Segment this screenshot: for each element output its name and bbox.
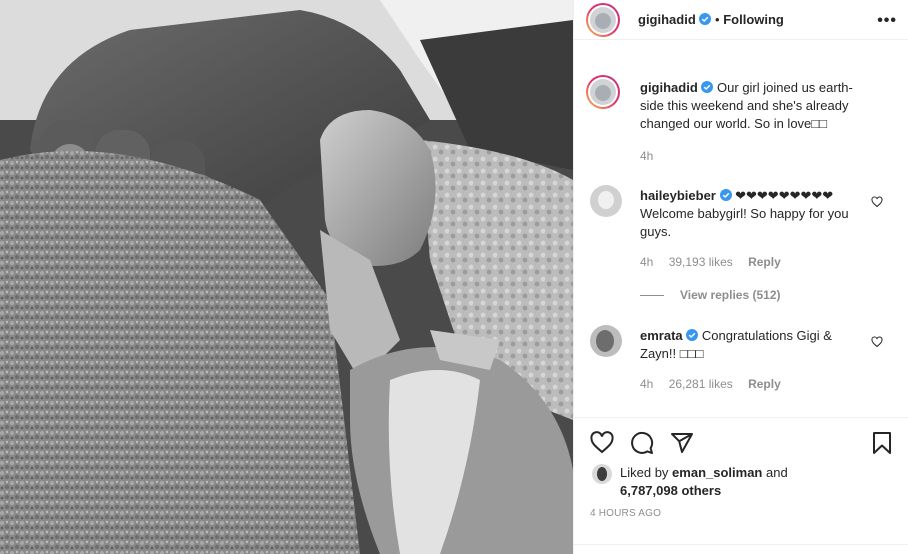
add-comment-bar[interactable] <box>574 544 908 554</box>
comment-like-heart-icon[interactable] <box>871 336 883 348</box>
comments-section[interactable]: gigihadid Our girl joined us earth-side … <box>574 41 908 416</box>
caption-time: 4h <box>640 149 654 163</box>
more-options-icon[interactable]: ••• <box>877 12 897 30</box>
heart-icon[interactable] <box>590 431 614 455</box>
author-username[interactable]: gigihadid <box>638 12 696 27</box>
comment-meta: 4h 39,193 likes Reply <box>640 255 793 269</box>
post-photo[interactable] <box>0 0 573 554</box>
liked-by-user[interactable]: eman_soliman <box>672 465 762 480</box>
comment-text-block: emrata Congratulations Gigi & Zayn!! □□□ <box>640 327 868 363</box>
liked-by-text[interactable]: Liked by eman_soliman and 6,787,098 othe… <box>620 464 788 500</box>
post-actions: Liked by eman_soliman and 6,787,098 othe… <box>574 417 908 554</box>
comment-meta: 4h 26,281 likes Reply <box>640 377 793 391</box>
view-replies-label: View replies (512) <box>680 288 781 302</box>
photo-image <box>0 0 573 554</box>
post-timestamp: 4 HOURS AGO <box>590 508 662 519</box>
comment-time: 4h <box>640 255 654 269</box>
liker-avatar[interactable] <box>592 464 612 484</box>
share-icon[interactable] <box>670 431 694 455</box>
verified-badge-icon <box>686 329 699 341</box>
comment-like-heart-icon[interactable] <box>871 196 883 208</box>
commenter-avatar[interactable] <box>590 185 622 217</box>
liked-by-prefix: Liked by <box>620 465 673 480</box>
reply-button[interactable]: Reply <box>748 377 781 391</box>
caption-meta: 4h <box>640 149 665 163</box>
comment-username[interactable]: haileybieber <box>640 188 716 203</box>
author-avatar[interactable] <box>586 3 620 37</box>
reply-button[interactable]: Reply <box>748 255 781 269</box>
post-side-panel: gigihadid • Following ••• gigihadid Our … <box>573 0 908 554</box>
likes-count[interactable]: 6,787,098 others <box>620 483 721 498</box>
comment-icon[interactable] <box>630 431 654 455</box>
caption-avatar[interactable] <box>586 75 620 109</box>
verified-badge-icon <box>701 81 714 93</box>
comment-text-block: haileybieber ❤❤❤❤❤❤❤❤❤ Welcome babygirl!… <box>640 187 868 241</box>
liked-by-middle: and <box>762 465 788 480</box>
verified-badge-icon <box>699 13 712 25</box>
comment-username[interactable]: emrata <box>640 328 683 343</box>
post-header: gigihadid • Following ••• <box>574 0 908 40</box>
caption-username[interactable]: gigihadid <box>640 80 698 95</box>
commenter-avatar[interactable] <box>590 325 622 357</box>
separator-dot: • <box>715 12 720 27</box>
bookmark-icon[interactable] <box>870 431 894 455</box>
verified-badge-icon <box>719 189 732 201</box>
view-replies-button[interactable]: View replies (512) <box>640 288 781 302</box>
caption-text-block: gigihadid Our girl joined us earth-side … <box>640 79 868 133</box>
comment-likes[interactable]: 39,193 likes <box>669 255 733 269</box>
view-replies-line <box>640 295 664 297</box>
comment-likes[interactable]: 26,281 likes <box>669 377 733 391</box>
follow-status-button[interactable]: Following <box>723 12 784 27</box>
comment-time: 4h <box>640 377 654 391</box>
